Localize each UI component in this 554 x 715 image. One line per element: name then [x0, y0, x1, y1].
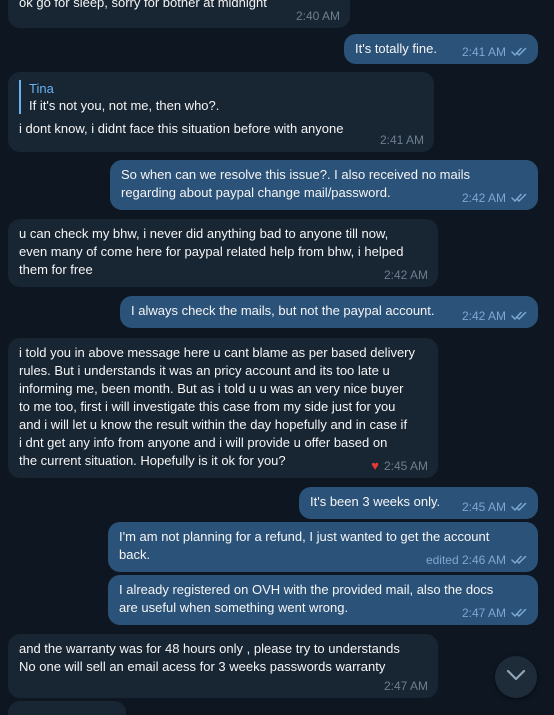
message-time: 2:45 AM [383, 459, 428, 473]
message-incoming[interactable]: u can check my bhw, i never did anything… [8, 219, 438, 287]
message-time: 2:45 AM [461, 500, 506, 514]
message-outgoing[interactable]: I'm am not planning for a refund, I just… [108, 522, 538, 572]
double-check-icon [511, 502, 528, 512]
message-text: i dont know, i didnt face this situation… [19, 121, 344, 136]
message-meta: 2:42 AM [384, 268, 428, 282]
message-incoming-partial[interactable] [8, 701, 126, 715]
message-incoming-with-reply[interactable]: Tina If it's not you, not me, then who?.… [8, 72, 434, 152]
message-meta: ♥ 2:45 AM [371, 459, 428, 474]
message-meta: edited 2:46 AM [426, 553, 528, 567]
message-incoming[interactable]: and the warranty was for 48 hours only ,… [8, 634, 438, 698]
reply-quote[interactable]: Tina If it's not you, not me, then who?. [19, 80, 424, 114]
message-meta: 2:40 AM [296, 9, 340, 23]
message-text: u can check my bhw, i never did anything… [19, 226, 404, 277]
message-time: 2:41 AM [461, 45, 506, 59]
chevron-down-icon [506, 668, 526, 686]
message-meta: 2:42 AM [462, 309, 528, 323]
message-outgoing[interactable]: I already registered on OVH with the pro… [108, 575, 538, 625]
message-incoming[interactable]: ok go for sleep, sorry for bother at mid… [8, 0, 350, 28]
message-time: 2:47 AM [383, 679, 428, 693]
message-outgoing[interactable]: It's been 3 weeks only. 2:45 AM [299, 487, 538, 519]
message-outgoing[interactable]: I always check the mails, but not the pa… [120, 296, 538, 328]
reply-author: Tina [29, 81, 54, 96]
message-time: 2:47 AM [461, 606, 506, 620]
scroll-to-bottom-button[interactable] [495, 656, 537, 698]
message-meta: 2:41 AM [462, 45, 528, 59]
message-text: and the warranty was for 48 hours only ,… [19, 641, 400, 674]
message-text: i told you in above message here u cant … [19, 345, 416, 468]
message-meta: 2:47 AM [462, 606, 528, 620]
chat-history: ok go for sleep, sorry for bother at mid… [0, 0, 554, 715]
message-meta: 2:42 AM [462, 191, 528, 205]
message-time: edited 2:46 AM [425, 553, 506, 567]
message-text: ok go for sleep, sorry for bother at mid… [19, 0, 267, 10]
message-outgoing[interactable]: So when can we resolve this issue?. I al… [110, 160, 538, 210]
message-meta: 2:41 AM [380, 133, 424, 147]
double-check-icon [511, 47, 528, 57]
message-meta: 2:47 AM [384, 679, 428, 693]
double-check-icon [511, 555, 528, 565]
heart-icon[interactable]: ♥ [371, 459, 379, 473]
reply-text: If it's not you, not me, then who?. [29, 98, 220, 113]
message-time: 2:40 AM [295, 9, 340, 23]
message-time: 2:42 AM [383, 268, 428, 282]
double-check-icon [511, 311, 528, 321]
message-incoming[interactable]: i told you in above message here u cant … [8, 338, 438, 478]
double-check-icon [511, 608, 528, 618]
message-meta: 2:45 AM [462, 500, 528, 514]
message-time: 2:42 AM [461, 309, 506, 323]
message-time: 2:41 AM [379, 133, 424, 147]
message-outgoing[interactable]: It's totally fine. 2:41 AM [344, 34, 538, 64]
double-check-icon [511, 193, 528, 203]
message-time: 2:42 AM [461, 191, 506, 205]
